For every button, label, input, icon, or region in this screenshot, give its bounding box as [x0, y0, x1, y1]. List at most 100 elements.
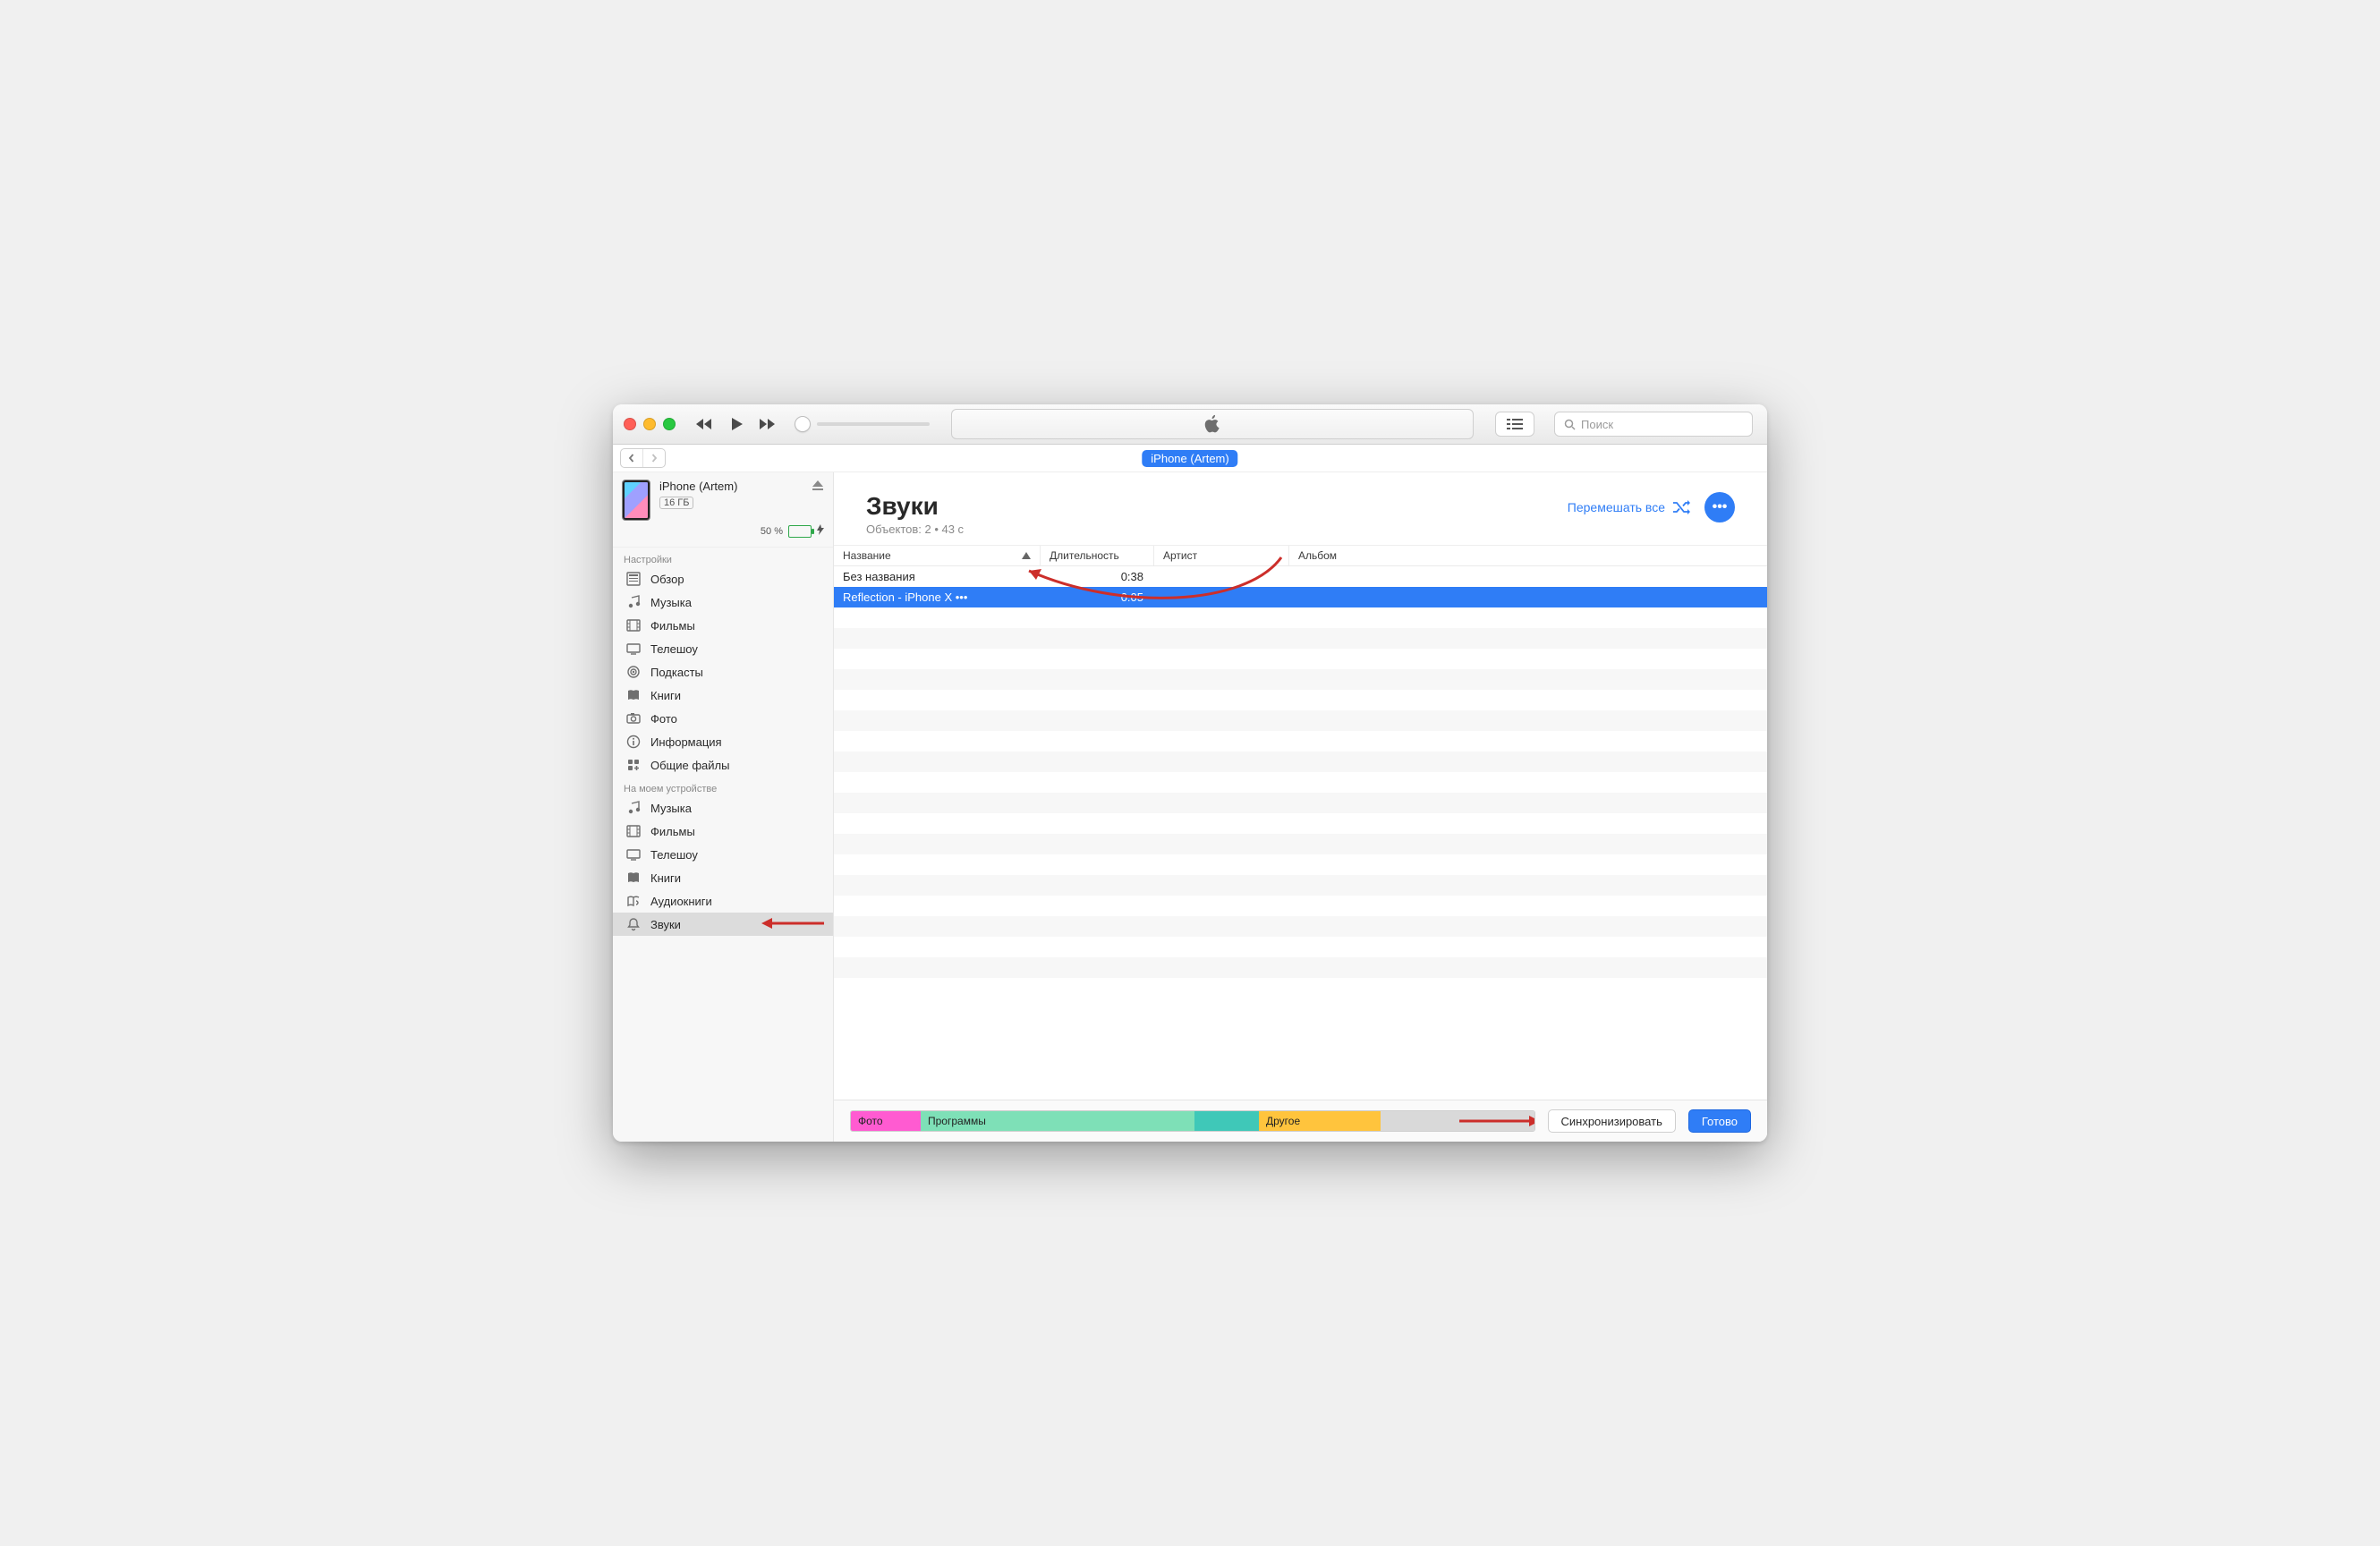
breadcrumb-device-pill[interactable]: iPhone (Artem) — [1142, 450, 1237, 467]
sidebar-item-music[interactable]: Музыка — [613, 590, 833, 614]
sidebar-item-label: Телешоу — [650, 848, 698, 862]
sidebar-item-camera[interactable]: Фото — [613, 707, 833, 730]
previous-track-button[interactable] — [692, 413, 717, 435]
sidebar-item-audiobook[interactable]: Аудиокниги — [613, 889, 833, 913]
done-button[interactable]: Готово — [1688, 1109, 1751, 1133]
usage-other: Другое — [1259, 1111, 1381, 1131]
table-row — [834, 731, 1767, 752]
sidebar-item-film[interactable]: Фильмы — [613, 614, 833, 637]
table-row — [834, 854, 1767, 875]
column-name-label: Название — [843, 549, 891, 562]
device-battery-status: 50 % — [622, 524, 824, 538]
volume-knob[interactable] — [795, 417, 810, 431]
table-row — [834, 690, 1767, 710]
usage-apps: Программы — [921, 1111, 1194, 1131]
apps-icon — [625, 758, 642, 772]
usage-photos-label: Фото — [858, 1115, 883, 1127]
usage-media — [1194, 1111, 1259, 1131]
table-row — [834, 628, 1767, 649]
sidebar-item-label: Музыка — [650, 802, 692, 815]
search-field[interactable]: Поиск — [1554, 412, 1753, 437]
main-panel: Звуки Объектов: 2 • 43 с Перемешать все … — [834, 472, 1767, 1142]
close-window-button[interactable] — [624, 418, 636, 430]
column-album-label: Альбом — [1298, 549, 1337, 562]
table-body: Без названия0:38Reflection - iPhone X ••… — [834, 566, 1767, 1100]
sidebar-item-label: Телешоу — [650, 642, 698, 656]
sidebar-item-bell[interactable]: Звуки — [613, 913, 833, 936]
play-button[interactable] — [724, 413, 749, 435]
table-row — [834, 875, 1767, 896]
sidebar-item-label: Книги — [650, 871, 681, 885]
more-options-button[interactable]: ••• — [1704, 492, 1735, 522]
sidebar-item-podcast[interactable]: Подкасты — [613, 660, 833, 684]
storage-usage-bar: Фото Программы Другое — [850, 1110, 1535, 1132]
column-duration-label: Длительность — [1050, 549, 1119, 562]
column-artist[interactable]: Артист — [1154, 546, 1289, 565]
sidebar-item-label: Информация — [650, 735, 722, 749]
forward-button[interactable] — [642, 449, 665, 467]
sidebar-item-label: Фильмы — [650, 825, 695, 838]
battery-percent-label: 50 % — [761, 526, 783, 537]
shuffle-all-button[interactable]: Перемешать все — [1568, 500, 1690, 514]
view-as-list-button[interactable] — [1495, 412, 1534, 437]
sidebar-item-music[interactable]: Музыка — [613, 796, 833, 820]
column-artist-label: Артист — [1163, 549, 1197, 562]
annotation-sidebar-arrow — [761, 917, 824, 932]
table-row — [834, 957, 1767, 978]
page-title: Звуки — [866, 492, 964, 521]
window-traffic-lights — [624, 418, 676, 430]
column-name[interactable]: Название — [834, 546, 1041, 565]
device-header: iPhone (Artem) 16 ГБ 50 % — [613, 472, 833, 548]
volume-slider[interactable] — [795, 417, 930, 431]
device-capacity-badge: 16 ГБ — [659, 497, 693, 509]
breadcrumb-label: iPhone (Artem) — [1151, 452, 1228, 465]
books-icon — [625, 871, 642, 885]
audiobook-icon — [625, 894, 642, 908]
now-playing-display — [951, 409, 1474, 439]
column-album[interactable]: Альбом — [1289, 546, 1767, 565]
table-row — [834, 772, 1767, 793]
podcast-icon — [625, 665, 642, 679]
sidebar-item-summary[interactable]: Обзор — [613, 567, 833, 590]
footer-bar: Фото Программы Другое Синхронизировать Г… — [834, 1100, 1767, 1142]
table-header: Название Длительность Артист Альбом — [834, 545, 1767, 566]
device-name: iPhone (Artem) — [659, 480, 737, 493]
table-row — [834, 649, 1767, 669]
charging-icon — [817, 524, 824, 538]
table-row — [834, 916, 1767, 937]
sync-button[interactable]: Синхронизировать — [1548, 1109, 1676, 1133]
table-row — [834, 669, 1767, 690]
books-icon — [625, 688, 642, 702]
shuffle-all-label: Перемешать все — [1568, 500, 1665, 514]
cell-duration: 0:38 — [1040, 570, 1152, 583]
back-button[interactable] — [621, 449, 642, 467]
sidebar-item-info[interactable]: Информация — [613, 730, 833, 753]
sidebar-item-label: Фильмы — [650, 619, 695, 633]
sidebar: iPhone (Artem) 16 ГБ 50 % — [613, 472, 834, 1142]
summary-icon — [625, 572, 642, 586]
search-placeholder: Поиск — [1581, 418, 1613, 431]
eject-device-button[interactable] — [812, 480, 824, 497]
sidebar-item-apps[interactable]: Общие файлы — [613, 753, 833, 777]
sidebar-item-tv[interactable]: Телешоу — [613, 637, 833, 660]
volume-track[interactable] — [817, 422, 930, 426]
sidebar-section-ondevice-label: На моем устройстве — [613, 777, 833, 796]
table-row — [834, 813, 1767, 834]
search-icon — [1564, 419, 1576, 430]
column-duration[interactable]: Длительность — [1041, 546, 1154, 565]
music-icon — [625, 595, 642, 609]
table-row — [834, 752, 1767, 772]
table-row[interactable]: Reflection - iPhone X •••0:05 — [834, 587, 1767, 607]
sidebar-item-books[interactable]: Книги — [613, 866, 833, 889]
sidebar-item-film[interactable]: Фильмы — [613, 820, 833, 843]
minimize-window-button[interactable] — [643, 418, 656, 430]
cell-name: Без названия — [834, 570, 1040, 583]
table-row — [834, 793, 1767, 813]
next-track-button[interactable] — [756, 413, 781, 435]
table-row[interactable]: Без названия0:38 — [834, 566, 1767, 587]
zoom-window-button[interactable] — [663, 418, 676, 430]
content-header: Звуки Объектов: 2 • 43 с Перемешать все … — [834, 472, 1767, 545]
content-body: iPhone (Artem) 16 ГБ 50 % — [613, 472, 1767, 1142]
sidebar-item-books[interactable]: Книги — [613, 684, 833, 707]
sidebar-item-tv[interactable]: Телешоу — [613, 843, 833, 866]
